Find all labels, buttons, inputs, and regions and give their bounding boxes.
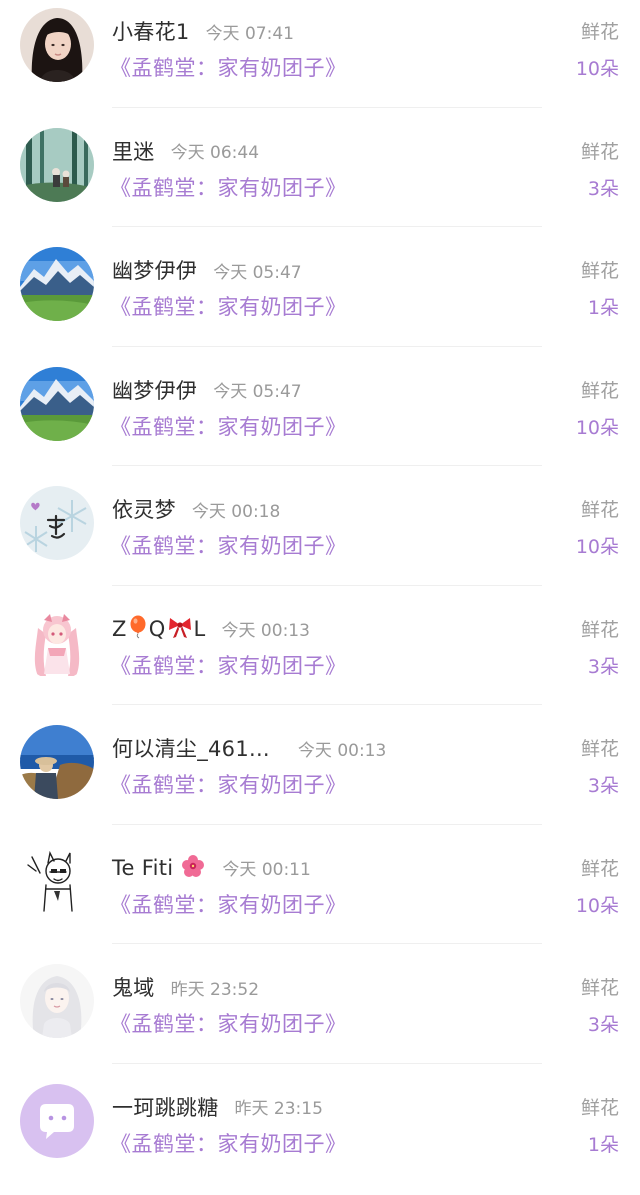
timestamp: 今天 00:13 (222, 616, 310, 641)
divider (112, 226, 542, 227)
list-item[interactable]: 里迷 今天 06:44 《孟鹤堂：家有奶团子》 鲜花 3朵 (0, 120, 640, 240)
list-item[interactable]: 幽梦伊伊 今天 05:47 《孟鹤堂：家有奶团子》 鲜花 10朵 (0, 359, 640, 479)
flower-gift-list: 小春花1 今天 07:41 《孟鹤堂：家有奶团子》 鲜花 10朵 (0, 0, 640, 1180)
ribbon-icon (167, 615, 193, 643)
timestamp: 昨天 23:15 (235, 1094, 323, 1119)
balloon-icon (128, 615, 148, 643)
user-name-part[interactable]: Z (112, 617, 127, 641)
anime-girl-avatar[interactable] (20, 606, 94, 680)
divider (112, 346, 542, 347)
list-item[interactable]: 依灵梦 今天 00:18 《孟鹤堂：家有奶团子》 鲜花 10朵 (0, 478, 640, 598)
gift-type: 鲜花 (581, 137, 619, 164)
gift-type: 鲜花 (581, 17, 619, 44)
gift-count: 3朵 (588, 652, 619, 679)
mountain-avatar[interactable] (20, 247, 94, 321)
gift-type: 鲜花 (581, 1093, 619, 1120)
hibiscus-icon (181, 854, 205, 882)
gift-type: 鲜花 (581, 615, 619, 642)
mountain-avatar[interactable] (20, 367, 94, 441)
gift-count: 3朵 (588, 1010, 619, 1037)
user-name[interactable]: 里迷 (112, 136, 155, 166)
seaside-avatar[interactable] (20, 725, 94, 799)
user-name[interactable]: 鬼域 (112, 972, 155, 1002)
gift-count: 10朵 (576, 532, 619, 559)
list-item[interactable]: 一珂跳跳糖 昨天 23:15 《孟鹤堂：家有奶团子》 鲜花 1朵 (0, 1076, 640, 1195)
book-title[interactable]: 《孟鹤堂：家有奶团子》 (110, 530, 347, 560)
list-item[interactable]: 幽梦伊伊 今天 05:47 《孟鹤堂：家有奶团子》 鲜花 1朵 (0, 239, 640, 359)
list-item[interactable]: Te Fiti 今天 00:11 《孟鹤堂：家有奶团子》 鲜花 10朵 (0, 837, 640, 957)
user-name[interactable]: Te Fiti (112, 856, 173, 880)
gift-count: 10朵 (576, 413, 619, 440)
user-name[interactable]: 一珂跳跳糖 (112, 1092, 219, 1122)
book-title[interactable]: 《孟鹤堂：家有奶团子》 (110, 172, 347, 202)
user-name-part[interactable]: Q (149, 617, 166, 641)
book-title[interactable]: 《孟鹤堂：家有奶团子》 (110, 889, 347, 919)
timestamp: 今天 06:44 (171, 138, 259, 163)
divider (112, 1063, 542, 1064)
user-name[interactable]: 幽梦伊伊 (112, 375, 197, 405)
book-title[interactable]: 《孟鹤堂：家有奶团子》 (110, 291, 347, 321)
book-title[interactable]: 《孟鹤堂：家有奶团子》 (110, 52, 347, 82)
portrait-avatar[interactable] (20, 8, 94, 82)
list-item[interactable]: 何以清尘_461... 今天 00:13 《孟鹤堂：家有奶团子》 鲜花 3朵 (0, 717, 640, 837)
snowflake-avatar[interactable] (20, 486, 94, 560)
divider (112, 107, 542, 108)
gift-count: 1朵 (588, 1130, 619, 1157)
gift-type: 鲜花 (581, 973, 619, 1000)
gift-count: 3朵 (588, 174, 619, 201)
gift-type: 鲜花 (581, 256, 619, 283)
user-name[interactable]: 依灵梦 (112, 494, 176, 524)
forest-avatar[interactable] (20, 128, 94, 202)
user-name[interactable]: 幽梦伊伊 (112, 255, 197, 285)
list-item[interactable]: 小春花1 今天 07:41 《孟鹤堂：家有奶团子》 鲜花 10朵 (0, 0, 640, 120)
gift-type: 鲜花 (581, 376, 619, 403)
divider (112, 704, 542, 705)
book-title[interactable]: 《孟鹤堂：家有奶团子》 (110, 769, 347, 799)
timestamp: 今天 07:41 (206, 19, 294, 44)
timestamp: 今天 05:47 (213, 258, 301, 283)
user-name-part[interactable]: L (194, 617, 206, 641)
timestamp: 今天 00:18 (192, 497, 280, 522)
timestamp: 今天 05:47 (213, 377, 301, 402)
gift-type: 鲜花 (581, 854, 619, 881)
user-name[interactable]: 小春花1 (112, 16, 190, 46)
book-title[interactable]: 《孟鹤堂：家有奶团子》 (110, 1008, 347, 1038)
gift-count: 10朵 (576, 54, 619, 81)
chat-bubble-avatar[interactable] (20, 1084, 94, 1158)
white-hair-avatar[interactable] (20, 964, 94, 1038)
gift-count: 1朵 (588, 293, 619, 320)
gift-count: 10朵 (576, 891, 619, 918)
divider (112, 824, 542, 825)
sketch-avatar[interactable] (20, 845, 94, 919)
gift-count: 3朵 (588, 771, 619, 798)
timestamp: 昨天 23:52 (171, 975, 259, 1000)
list-item[interactable]: Z Q L 今天 00:13 (0, 598, 640, 718)
book-title[interactable]: 《孟鹤堂：家有奶团子》 (110, 1128, 347, 1158)
divider (112, 465, 542, 466)
user-name[interactable]: 何以清尘_461... (112, 733, 270, 763)
gift-type: 鲜花 (581, 495, 619, 522)
divider (112, 943, 542, 944)
list-item[interactable]: 鬼域 昨天 23:52 《孟鹤堂：家有奶团子》 鲜花 3朵 (0, 956, 640, 1076)
book-title[interactable]: 《孟鹤堂：家有奶团子》 (110, 650, 347, 680)
divider (112, 585, 542, 586)
timestamp: 今天 00:11 (222, 855, 310, 880)
book-title[interactable]: 《孟鹤堂：家有奶团子》 (110, 411, 347, 441)
gift-type: 鲜花 (581, 734, 619, 761)
timestamp: 今天 00:13 (298, 736, 386, 761)
